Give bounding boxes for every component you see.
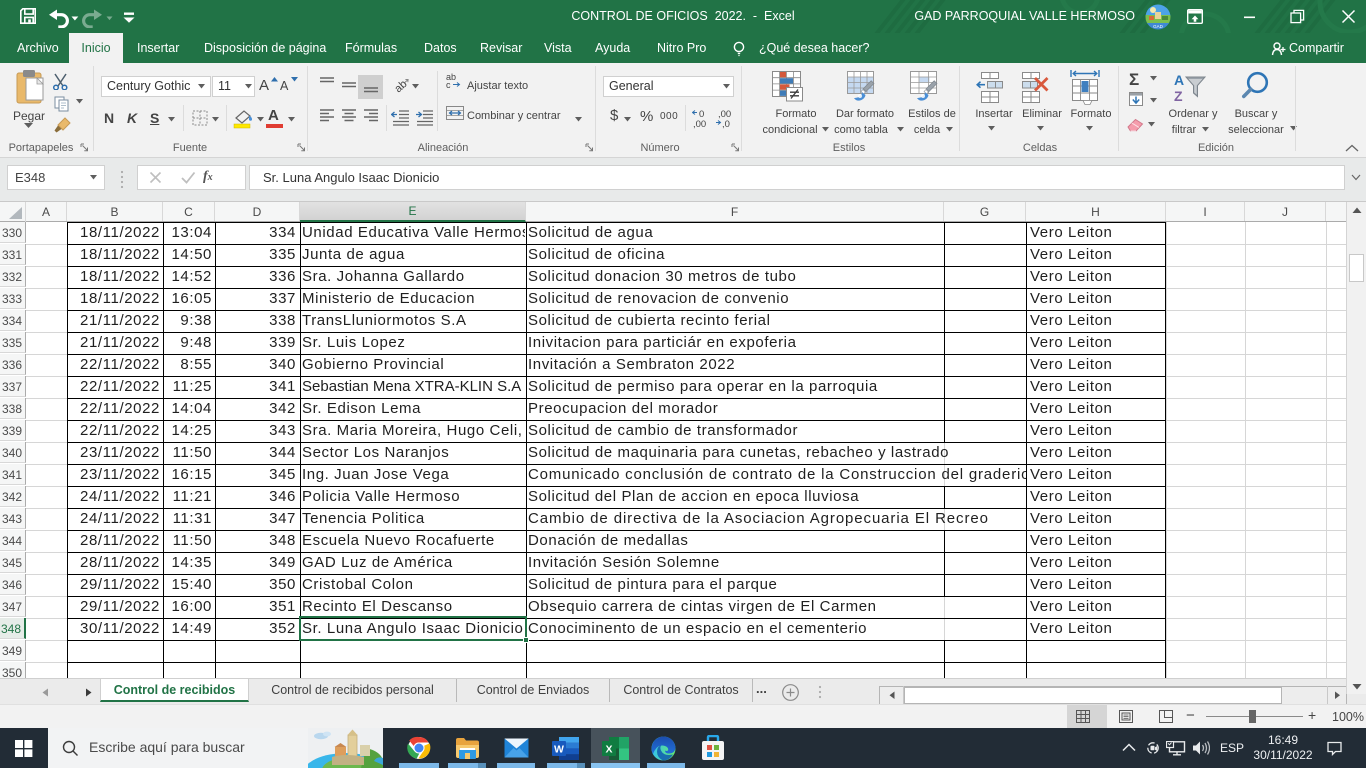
svg-text:X: X bbox=[605, 744, 612, 756]
svg-text:,00: ,00 bbox=[693, 119, 706, 130]
svg-text:,0: ,0 bbox=[722, 119, 730, 130]
svg-text:GAD: GAD bbox=[1153, 24, 1164, 29]
svg-text:Z: Z bbox=[1174, 88, 1183, 103]
svg-text:A: A bbox=[1174, 72, 1184, 88]
svg-text:c: c bbox=[446, 80, 451, 89]
svg-text:W: W bbox=[554, 744, 564, 756]
